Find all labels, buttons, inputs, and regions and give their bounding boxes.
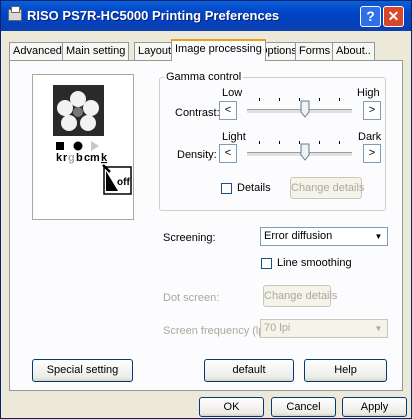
density-dark-label: Dark <box>358 131 382 143</box>
preview-graphic: k r g b c m k <box>53 85 132 195</box>
chevron-down-icon[interactable]: ▼ <box>371 321 386 336</box>
svg-text:g: g <box>68 152 75 164</box>
square-icon <box>56 142 64 150</box>
svg-text:k: k <box>56 152 63 164</box>
contrast-label: Contrast: <box>175 107 220 119</box>
screen-frequency-value: 70 lpi <box>264 322 291 334</box>
screen-frequency-label: Screen frequency (lpi): <box>163 325 274 337</box>
line-smoothing-label: Line smoothing <box>277 257 352 269</box>
contrast-tick <box>319 98 320 101</box>
tab-advanced[interactable]: Advanced <box>9 42 66 60</box>
contrast-high-label: High <box>357 87 380 99</box>
tab-image-processing[interactable]: Image processing <box>171 39 266 61</box>
svg-text:k: k <box>101 152 108 164</box>
chevron-down-icon[interactable]: ▼ <box>371 229 386 244</box>
title-bar[interactable]: RISO PS7R-HC5000 Printing Preferences ? … <box>1 1 411 31</box>
apply-button[interactable]: Apply <box>342 397 407 417</box>
gamma-control-title: Gamma control <box>164 71 244 83</box>
density-slider-thumb[interactable] <box>300 143 310 161</box>
printing-preferences-window: RISO PS7R-HC5000 Printing Preferences ? … <box>0 0 412 419</box>
close-button[interactable]: ✕ <box>383 6 404 27</box>
ok-button[interactable]: OK <box>199 397 264 417</box>
density-label: Density: <box>177 149 217 161</box>
dot-screen-change-details-button[interactable]: Change details <box>263 285 337 307</box>
line-smoothing-checkbox[interactable] <box>261 258 272 269</box>
contrast-tick <box>279 98 280 101</box>
svg-text:b: b <box>76 152 83 164</box>
dot-screen-label: Dot screen: <box>163 292 220 304</box>
tab-forms[interactable]: Forms <box>295 42 335 60</box>
help-button[interactable]: Help <box>304 359 387 382</box>
contrast-increase-button[interactable]: > <box>363 101 381 120</box>
overlay-off-label: off <box>117 177 130 188</box>
density-tick <box>259 141 260 144</box>
special-setting-button[interactable]: Special setting <box>32 359 133 382</box>
gamma-change-details-button[interactable]: Change details <box>290 177 364 199</box>
density-tick <box>279 141 280 144</box>
density-tick <box>319 141 320 144</box>
tab-layout[interactable]: Layout <box>134 42 176 60</box>
screening-value: Error diffusion <box>264 230 333 242</box>
default-button[interactable]: default <box>204 359 294 382</box>
window-title: RISO PS7R-HC5000 Printing Preferences <box>27 8 280 23</box>
density-tick <box>339 141 340 144</box>
contrast-low-label: Low <box>222 87 243 99</box>
tab-main-setting[interactable]: Main setting <box>62 42 130 60</box>
screen-frequency-dropdown[interactable]: 70 lpi ▼ <box>260 319 388 338</box>
screening-dropdown[interactable]: Error diffusion ▼ <box>260 227 388 246</box>
density-light-label: Light <box>222 131 246 143</box>
printer-icon <box>8 6 22 21</box>
contrast-tick <box>259 98 260 101</box>
details-checkbox[interactable] <box>221 183 232 194</box>
tab-about[interactable]: About.. <box>332 42 375 60</box>
contrast-decrease-button[interactable]: < <box>219 101 237 120</box>
density-decrease-button[interactable]: < <box>219 144 237 163</box>
density-increase-button[interactable]: > <box>363 144 381 163</box>
image-preview: k r g b c m k off krgbcmk <box>32 74 134 220</box>
contrast-tick <box>339 98 340 101</box>
svg-text:m: m <box>90 152 100 164</box>
cancel-button[interactable]: Cancel <box>271 397 336 417</box>
contrast-slider-thumb[interactable] <box>300 100 310 118</box>
screening-label: Screening: <box>163 232 216 244</box>
help-title-button[interactable]: ? <box>360 6 381 27</box>
details-label: Details <box>237 182 271 194</box>
